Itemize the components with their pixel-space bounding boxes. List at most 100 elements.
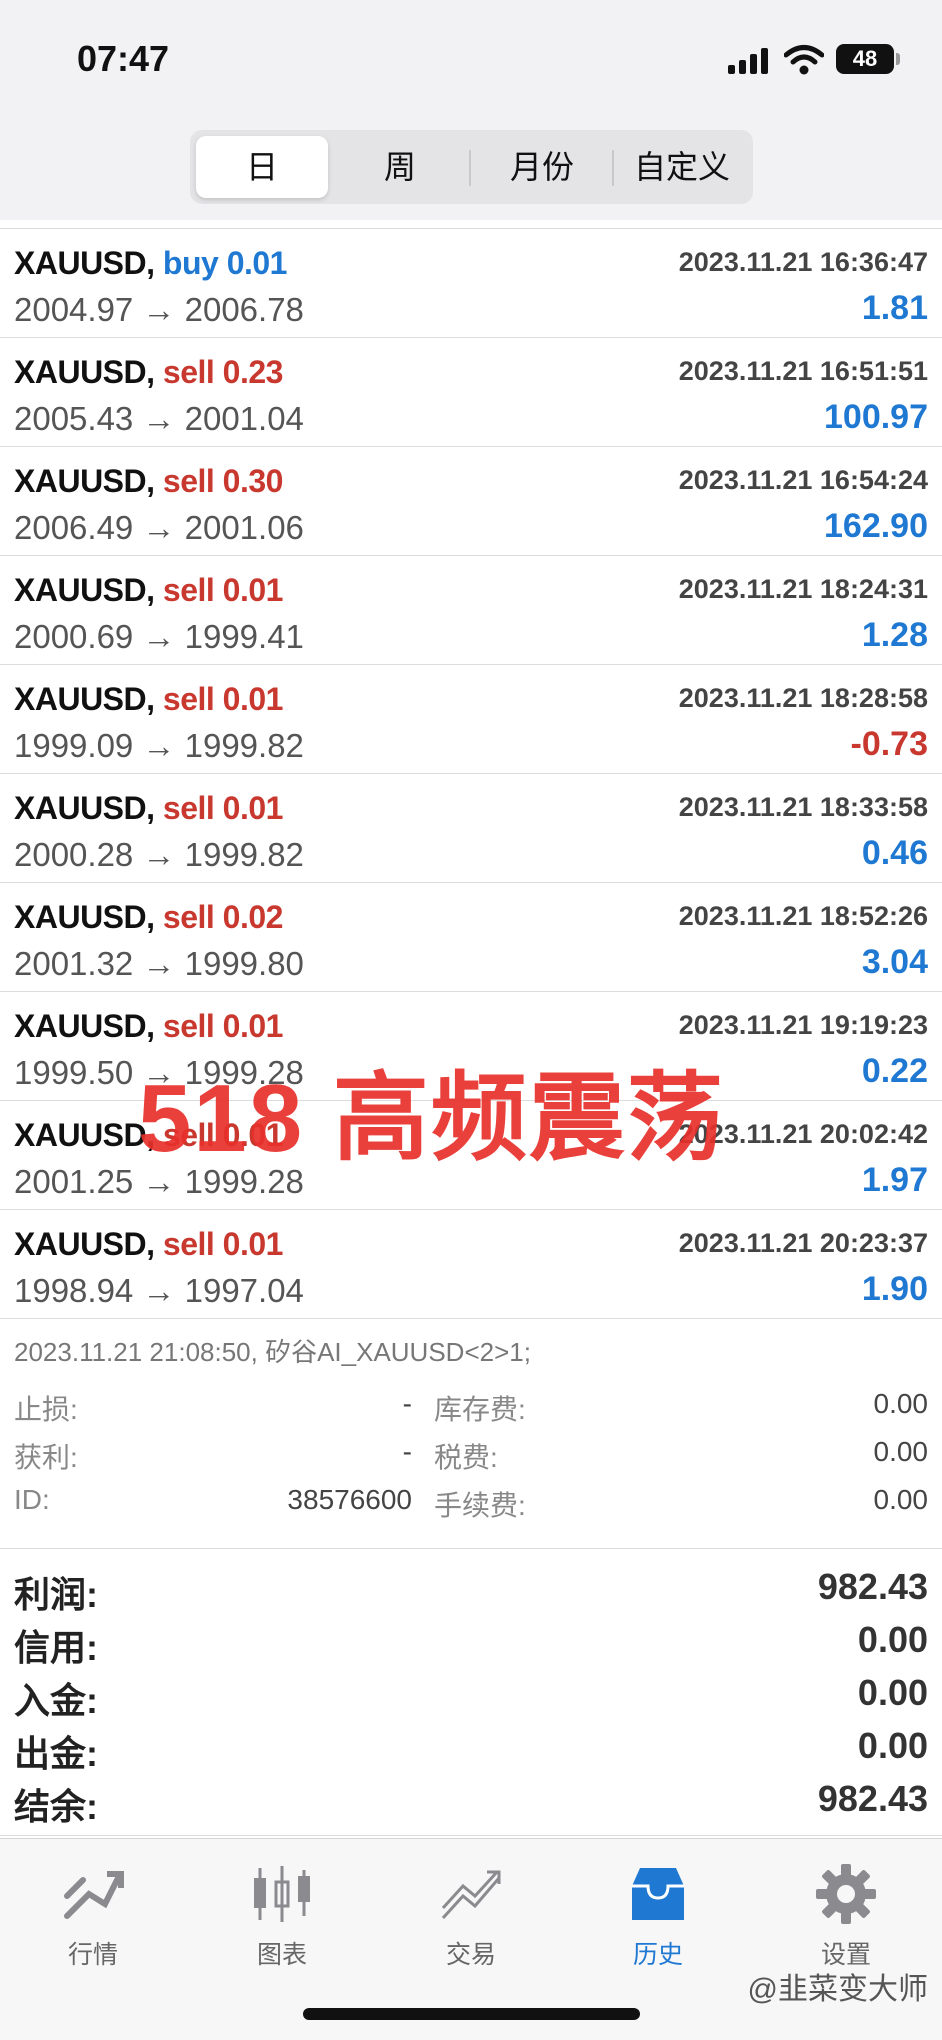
trade-symbol: XAUUSD, bbox=[14, 354, 155, 390]
trade-prices: 1999.09 → 1999.82 bbox=[14, 727, 304, 764]
trade-datetime: 2023.11.21 16:36:47 bbox=[678, 247, 928, 277]
stoploss-value: - bbox=[402, 1388, 412, 1419]
trade-row[interactable]: XAUUSD, sell 0.01 2000.69 → 1999.41 2023.1… bbox=[0, 556, 942, 665]
tab-quotes[interactable]: 行情 bbox=[33, 1859, 153, 1971]
trade-datetime: 2023.11.21 18:28:58 bbox=[678, 683, 928, 713]
chart-icon bbox=[254, 1866, 310, 1922]
summary-label: 结余: bbox=[14, 1786, 98, 1827]
trade-prices: 2004.97 → 2006.78 bbox=[14, 291, 304, 328]
divider bbox=[0, 1835, 942, 1836]
trade-symbol-line: XAUUSD, buy 0.01 bbox=[14, 245, 287, 282]
status-time: 07:47 bbox=[77, 38, 170, 79]
trade-side-volume: sell 0.23 bbox=[162, 354, 284, 390]
id-value: 38576600 bbox=[287, 1484, 412, 1515]
trade-profit: 0.22 bbox=[861, 1052, 928, 1090]
trade-profit: -0.73 bbox=[850, 725, 929, 763]
trade-profit: 1.81 bbox=[861, 289, 928, 327]
cell-signal-icon bbox=[728, 48, 772, 74]
trade-symbol: XAUUSD, bbox=[14, 790, 155, 826]
trade-profit: 1.90 bbox=[861, 1270, 928, 1308]
trade-datetime: 2023.11.21 19:19:23 bbox=[678, 1010, 928, 1040]
trade-prices: 2000.28 → 1999.82 bbox=[14, 836, 304, 873]
trade-icon bbox=[441, 1870, 501, 1920]
tab-trade[interactable]: 交易 bbox=[411, 1859, 531, 1971]
trade-symbol: XAUUSD, bbox=[14, 572, 155, 608]
trade-row[interactable]: XAUUSD, sell 0.23 2005.43 → 2001.04 2023.1… bbox=[0, 338, 942, 447]
trade-row[interactable]: XAUUSD, buy 0.01 2004.97 → 2006.78 2023.11… bbox=[0, 229, 942, 338]
trade-row[interactable]: XAUUSD, sell 0.01 1999.09 → 1999.82 2023.1… bbox=[0, 665, 942, 774]
trade-side-volume: sell 0.30 bbox=[162, 463, 284, 499]
tab-settings[interactable]: 设置 bbox=[786, 1859, 906, 1971]
quotes-icon bbox=[64, 1871, 124, 1919]
segment-custom[interactable]: 自定义 bbox=[614, 136, 750, 198]
fee-label: 手续费: bbox=[434, 1490, 526, 1521]
segment-month[interactable]: 月份 bbox=[472, 136, 612, 198]
trade-datetime: 2023.11.21 16:51:51 bbox=[678, 356, 928, 386]
trade-symbol: XAUUSD, bbox=[14, 899, 155, 935]
divider bbox=[0, 1548, 942, 1549]
summary-label: 入金: bbox=[14, 1680, 98, 1721]
swap-label: 库存费: bbox=[434, 1394, 526, 1425]
tab-charts-label: 图表 bbox=[256, 1941, 307, 1969]
trade-profit: 1.97 bbox=[861, 1161, 928, 1199]
summary-label: 利润: bbox=[14, 1574, 98, 1615]
trade-datetime: 2023.11.21 18:52:26 bbox=[678, 901, 928, 931]
battery-icon: 48 bbox=[836, 44, 900, 74]
fee-value: 0.00 bbox=[873, 1484, 929, 1515]
trade-symbol-line: XAUUSD, sell 0.01 bbox=[14, 572, 283, 609]
trade-side-volume: sell 0.01 bbox=[162, 572, 284, 608]
trade-datetime: 2023.11.21 16:54:24 bbox=[678, 465, 928, 495]
trade-row[interactable]: XAUUSD, sell 0.01 2000.28 → 1999.82 2023.1… bbox=[0, 774, 942, 883]
summary-value: 0.00 bbox=[857, 1672, 928, 1713]
trade-symbol-line: XAUUSD, sell 0.23 bbox=[14, 354, 283, 391]
stoploss-label: 止损: bbox=[14, 1394, 78, 1425]
tab-quotes-label: 行情 bbox=[67, 1941, 118, 1969]
summary-label: 出金: bbox=[14, 1733, 98, 1774]
trade-side-volume: sell 0.02 bbox=[162, 899, 284, 935]
trade-side-volume: sell 0.01 bbox=[162, 790, 284, 826]
trade-datetime: 2023.11.21 18:24:31 bbox=[678, 574, 928, 604]
trade-profit: 0.46 bbox=[861, 834, 928, 872]
takeprofit-value: - bbox=[402, 1436, 412, 1467]
segment-day[interactable]: 日 bbox=[196, 136, 328, 198]
home-indicator[interactable] bbox=[303, 2008, 640, 2020]
trade-symbol: XAUUSD, bbox=[14, 681, 155, 717]
summary-value: 0.00 bbox=[857, 1725, 928, 1766]
trade-datetime: 2023.11.21 20:23:37 bbox=[678, 1228, 928, 1258]
tab-charts[interactable]: 图表 bbox=[222, 1859, 342, 1971]
tab-history[interactable]: 历史 bbox=[598, 1859, 718, 1971]
tax-label: 税费: bbox=[434, 1442, 498, 1473]
trade-profit: 100.97 bbox=[824, 398, 928, 436]
trade-symbol: XAUUSD, bbox=[14, 245, 155, 281]
watermark: @韭菜变大师 bbox=[747, 1973, 928, 2006]
tax-value: 0.00 bbox=[873, 1436, 929, 1467]
trade-side-volume: sell 0.01 bbox=[162, 1008, 284, 1044]
trade-symbol: XAUUSD, bbox=[14, 1226, 155, 1262]
header-area: 07:47 48 日 周 月份 自定义 bbox=[0, 0, 942, 220]
trade-row[interactable]: XAUUSD, sell 0.02 2001.32 → 1999.80 2023.1… bbox=[0, 883, 942, 992]
trade-side-volume: sell 0.01 bbox=[162, 1226, 284, 1262]
trade-row[interactable]: XAUUSD, sell 0.30 2006.49 → 2001.06 2023.1… bbox=[0, 447, 942, 556]
segment-week[interactable]: 周 bbox=[330, 136, 470, 198]
takeprofit-label: 获利: bbox=[14, 1442, 78, 1473]
trade-side-volume: buy 0.01 bbox=[162, 245, 288, 281]
trade-profit: 162.90 bbox=[824, 507, 928, 545]
trade-symbol-line: XAUUSD, sell 0.30 bbox=[14, 463, 283, 500]
summary-value: 982.43 bbox=[817, 1566, 928, 1607]
trade-profit: 1.28 bbox=[861, 616, 928, 654]
summary-value: 982.43 bbox=[817, 1778, 928, 1819]
trade-symbol: XAUUSD, bbox=[14, 463, 155, 499]
history-icon bbox=[632, 1868, 684, 1920]
trade-row[interactable]: XAUUSD, sell 0.01 1998.94 → 1997.04 2023.1… bbox=[0, 1210, 942, 1319]
trade-prices: 2005.43 → 2001.04 bbox=[14, 400, 304, 437]
trade-prices: 1998.94 → 1997.04 bbox=[14, 1272, 304, 1309]
swap-value: 0.00 bbox=[873, 1388, 929, 1419]
trade-datetime: 2023.11.21 18:33:58 bbox=[678, 792, 928, 822]
order-detail-header: 2023.11.21 21:08:50, 矽谷AI_XAUUSD<2>1; bbox=[14, 1337, 531, 1367]
tab-history-label: 历史 bbox=[632, 1941, 683, 1969]
trade-symbol: XAUUSD, bbox=[14, 1117, 155, 1153]
trade-symbol-line: XAUUSD, sell 0.01 bbox=[14, 1226, 283, 1263]
trade-side-volume: sell 0.01 bbox=[162, 681, 284, 717]
trade-prices: 2000.69 → 1999.41 bbox=[14, 618, 304, 655]
tab-trade-label: 交易 bbox=[445, 1941, 496, 1969]
